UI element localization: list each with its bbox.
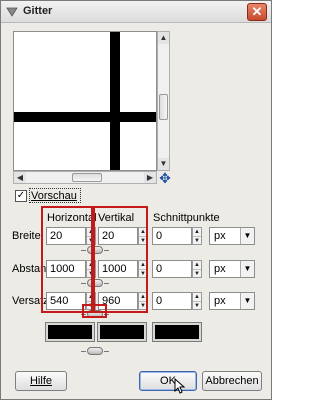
window-title: Gitter — [23, 5, 53, 17]
preview-checkbox[interactable]: ✓ — [15, 190, 27, 202]
close-icon: ✕ — [251, 4, 263, 19]
horizontal-color-button[interactable] — [46, 323, 94, 341]
spacing-intersection-spinner[interactable]: ▲ ▼ — [192, 260, 202, 278]
chevron-down-icon: ▼ — [240, 293, 254, 309]
cancel-button[interactable]: Abbrechen — [202, 371, 262, 391]
scroll-left-icon[interactable]: ◀ — [14, 172, 26, 183]
width-intersection-input[interactable]: 0 — [152, 227, 192, 245]
column-header-intersections: Schnittpunkte — [153, 212, 220, 224]
horizontal-column-highlight — [41, 206, 93, 313]
horizontal-scroll-thumb[interactable] — [72, 173, 102, 182]
preview-vertical-scrollbar[interactable]: ▲ ▼ — [157, 31, 170, 171]
offset-unit-select[interactable]: px ▼ — [209, 292, 255, 310]
vertical-scroll-thumb[interactable] — [159, 94, 168, 120]
preview-checkbox-label[interactable]: Vorschau — [31, 190, 77, 202]
ok-button[interactable]: OK — [139, 371, 197, 391]
offset-intersection-spinner[interactable]: ▲ ▼ — [192, 292, 202, 310]
navigate-icon[interactable]: ✥ — [158, 171, 172, 185]
color-chain-link-icon[interactable] — [81, 347, 109, 355]
title-bar[interactable]: Gitter ✕ — [1, 1, 271, 23]
app-icon — [6, 7, 18, 17]
preview-grid-vertical-line — [110, 32, 120, 170]
close-button[interactable]: ✕ — [247, 3, 267, 21]
offset-intersection-input[interactable]: 0 — [152, 292, 192, 310]
chevron-down-icon: ▼ — [240, 261, 254, 277]
scroll-right-icon[interactable]: ▶ — [144, 172, 156, 183]
row-label-width: Breite: — [12, 230, 44, 242]
gitter-dialog: Gitter ✕ ▲ ▼ ◀ ▶ ✥ ✓ Vorschau Horizontal… — [0, 0, 272, 400]
spacing-intersection-input[interactable]: 0 — [152, 260, 192, 278]
help-button[interactable]: Hilfe — [15, 371, 67, 391]
chain-link-highlight — [82, 304, 107, 318]
scroll-down-icon[interactable]: ▼ — [158, 158, 169, 170]
scroll-up-icon[interactable]: ▲ — [158, 32, 169, 44]
intersection-color-button[interactable] — [153, 323, 201, 341]
width-intersection-spinner[interactable]: ▲ ▼ — [192, 227, 202, 245]
chevron-down-icon: ▼ — [240, 228, 254, 244]
preview-canvas[interactable] — [13, 31, 157, 171]
mouse-pointer-icon — [174, 378, 186, 394]
preview-grid-horizontal-line — [14, 112, 156, 122]
spacing-unit-select[interactable]: px ▼ — [209, 260, 255, 278]
width-unit-select[interactable]: px ▼ — [209, 227, 255, 245]
vertical-column-highlight — [93, 206, 148, 313]
preview-horizontal-scrollbar[interactable]: ◀ ▶ — [13, 171, 157, 184]
vertical-color-button[interactable] — [98, 323, 146, 341]
